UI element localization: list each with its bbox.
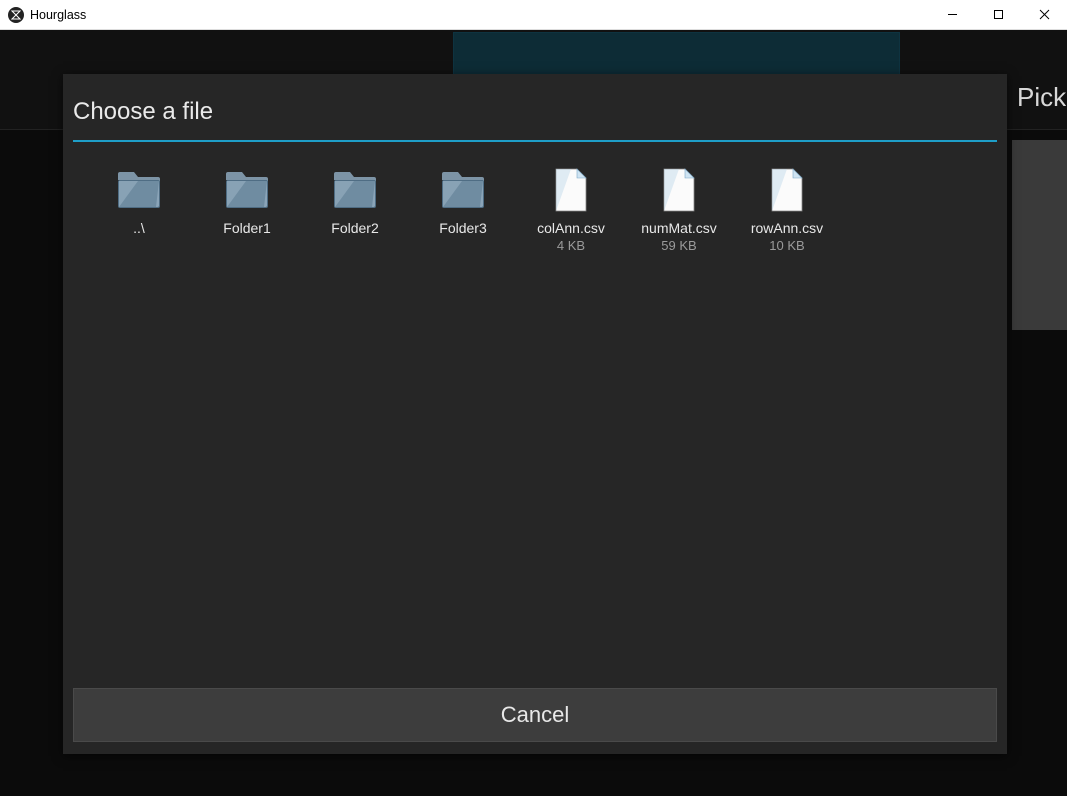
file-chooser-dialog: Choose a file ..\ Folder1 Folder2 Folder… [63,74,1007,754]
file-icon [553,166,589,214]
file-label: Folder1 [223,220,270,236]
background-pick-label: Pick [1017,82,1067,113]
window-controls [929,0,1067,29]
file-label: ..\ [133,220,145,236]
dialog-title: Choose a file [73,92,997,140]
file-item[interactable]: rowAnn.csv 10 KB [735,162,839,257]
folder-icon [224,166,270,214]
hourglass-icon [8,7,24,23]
folder-icon [440,166,486,214]
file-label: numMat.csv [641,220,716,236]
folder-item[interactable]: Folder3 [411,162,515,257]
file-label: rowAnn.csv [751,220,823,236]
folder-item[interactable]: ..\ [87,162,191,257]
cancel-button[interactable]: Cancel [73,688,997,742]
close-button[interactable] [1021,0,1067,29]
window-titlebar: Hourglass [0,0,1067,30]
file-icon [661,166,697,214]
file-icon [769,166,805,214]
file-size: 59 KB [661,238,696,253]
dialog-separator [73,140,997,142]
folder-icon [116,166,162,214]
file-size: 10 KB [769,238,804,253]
file-label: Folder2 [331,220,378,236]
file-size: 4 KB [557,238,585,253]
file-item[interactable]: numMat.csv 59 KB [627,162,731,257]
window-title: Hourglass [30,8,86,22]
folder-item[interactable]: Folder1 [195,162,299,257]
file-label: Folder3 [439,220,486,236]
app-body: Pick Choose a file ..\ Folder1 Folder2 F… [0,30,1067,796]
titlebar-left: Hourglass [8,7,86,23]
minimize-button[interactable] [929,0,975,29]
folder-item[interactable]: Folder2 [303,162,407,257]
background-side-panel [1012,140,1067,330]
folder-icon [332,166,378,214]
maximize-button[interactable] [975,0,1021,29]
file-item[interactable]: colAnn.csv 4 KB [519,162,623,257]
file-grid: ..\ Folder1 Folder2 Folder3 colAnn.csv 4 … [73,156,997,684]
file-label: colAnn.csv [537,220,605,236]
